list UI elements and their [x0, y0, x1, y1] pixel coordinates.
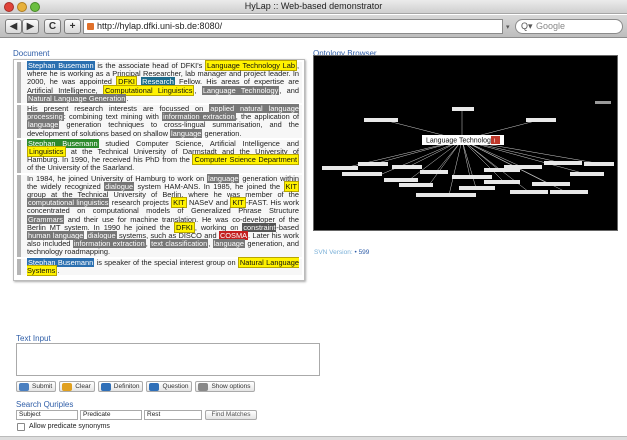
search-icon: Q▾ — [521, 21, 533, 31]
document-text: . — [57, 265, 60, 275]
document-paragraph: In 1984, he joined University of Hamburg… — [17, 173, 302, 257]
action-label: Question — [162, 383, 189, 390]
ontology-graph[interactable]: Language Technology i — [313, 55, 618, 231]
status-bar — [0, 436, 627, 440]
document-paragraph: Stephan Busemann studied Computer Scienc… — [17, 138, 302, 173]
find-matches-button[interactable]: Find Matches — [205, 410, 257, 420]
add-bookmark-button[interactable]: + — [64, 19, 81, 34]
search-placeholder: Google — [536, 21, 566, 31]
document-text: , — [208, 239, 213, 249]
ontology-info-icon[interactable] — [491, 136, 500, 144]
subject-field[interactable]: Subject — [16, 410, 78, 420]
document-paragraph: Stephan Busemann is speaker of the speci… — [17, 256, 302, 276]
rest-field[interactable]: Rest — [144, 410, 202, 420]
annotated-term[interactable]: language — [212, 239, 246, 249]
clear-icon — [62, 383, 73, 391]
ontology-node[interactable] — [420, 170, 448, 174]
ontology-node[interactable] — [484, 180, 520, 184]
svn-version: SVN Version: • 599 — [314, 249, 369, 256]
annotated-term[interactable]: text classification — [150, 239, 209, 249]
ontology-node[interactable] — [392, 165, 422, 169]
document-text: of the University of the Saarland. — [27, 163, 135, 173]
site-favicon-icon — [87, 23, 94, 30]
title-bar: HyLap :: Web-based demonstrator — [0, 0, 627, 14]
reload-button[interactable]: C — [44, 19, 61, 34]
document-panel: Stephan Busemann is the associate head o… — [13, 59, 305, 281]
ontology-nodes — [322, 101, 614, 197]
ontology-node[interactable] — [384, 178, 418, 182]
definition-icon — [100, 383, 111, 391]
document-text: is speaker of the special interest group… — [94, 257, 238, 267]
forward-button[interactable]: ▶ — [22, 19, 39, 34]
definiton-button[interactable]: Definiton — [97, 381, 144, 392]
action-label: Show options — [211, 383, 251, 390]
ontology-node[interactable] — [532, 182, 570, 186]
document-heading: Document — [13, 49, 50, 58]
document-text: , and — [279, 85, 299, 95]
annotated-term[interactable]: Computer Science Department — [192, 154, 300, 166]
action-label: Definiton — [113, 383, 140, 390]
document-paragraph: Stephan Busemann is the associate head o… — [17, 60, 302, 104]
ontology-center-label: Language Technology — [426, 138, 495, 145]
go-dropdown-icon[interactable]: ▾ — [506, 23, 510, 31]
ontology-node[interactable] — [544, 161, 582, 165]
back-button[interactable]: ◀ — [5, 19, 22, 34]
ontology-node[interactable] — [504, 165, 542, 169]
ontology-node[interactable] — [526, 118, 556, 122]
question-button[interactable]: Question — [146, 381, 193, 392]
ontology-node[interactable] — [584, 162, 614, 166]
document-text: , — [194, 85, 202, 95]
ontology-node[interactable] — [342, 172, 382, 176]
clear-button[interactable]: Clear — [59, 381, 95, 392]
search-field[interactable]: Q▾ Google — [515, 19, 623, 34]
options-icon — [198, 383, 209, 391]
action-label: Clear — [75, 383, 91, 390]
svn-version-label: SVN Version: — [314, 249, 353, 256]
document-text: generation. — [202, 128, 242, 138]
ontology-node[interactable] — [364, 118, 398, 122]
ontology-node[interactable] — [510, 190, 548, 194]
question-icon — [149, 383, 160, 391]
ontology-node[interactable] — [452, 175, 492, 179]
ontology-node[interactable] — [416, 193, 476, 197]
ontology-node[interactable] — [358, 162, 388, 166]
predicate-synonyms-checkbox[interactable] — [17, 423, 25, 431]
action-label: Submit — [32, 383, 53, 390]
ontology-info-label: i — [494, 139, 495, 145]
ontology-node[interactable] — [550, 190, 588, 194]
predicate-synonyms-label: Allow predicate synonyms — [29, 423, 110, 430]
search-quiples-heading: Search Quriples — [16, 400, 74, 409]
submit-icon — [19, 383, 29, 391]
url-text: http://hylap.dfki.uni-sb.de:8080/ — [97, 21, 223, 31]
submit-button[interactable]: Submit — [16, 381, 57, 392]
browser-window: HyLap :: Web-based demonstrator ◀ ▶ C + … — [0, 0, 627, 440]
ontology-node[interactable] — [570, 172, 604, 176]
annotated-term[interactable]: Natural Language Generation — [27, 93, 127, 103]
window-title: HyLap :: Web-based demonstrator — [244, 1, 383, 11]
show-options-button[interactable]: Show options — [195, 381, 255, 392]
ontology-node[interactable] — [595, 101, 611, 104]
annotated-term[interactable]: language — [169, 128, 203, 138]
text-input-area[interactable] — [16, 343, 320, 376]
ontology-node[interactable] — [322, 166, 358, 170]
ontology-node[interactable] — [452, 107, 474, 111]
ontology-svg: Language Technology i — [322, 101, 614, 197]
document-paragraph: His present research interests are focus… — [17, 104, 302, 138]
browser-toolbar: ◀ ▶ C + http://hylap.dfki.uni-sb.de:8080… — [0, 15, 627, 38]
predicate-field[interactable]: Predicate — [80, 410, 142, 420]
text-input-heading: Text Input — [16, 334, 51, 343]
page-content: Document Stephan Busemann is the associa… — [0, 39, 627, 440]
document-text: generation techniques to cross-lingual s… — [27, 120, 299, 138]
annotated-term[interactable]: Language Technology — [201, 85, 280, 95]
ontology-node[interactable] — [459, 186, 495, 190]
document-text: . — [126, 93, 129, 103]
action-bar: Submit Clear Definiton Question Show options — [16, 381, 258, 393]
svn-version-value: • 599 — [354, 249, 370, 256]
address-bar[interactable]: http://hylap.dfki.uni-sb.de:8080/ — [83, 19, 503, 34]
ontology-node[interactable] — [399, 183, 433, 187]
